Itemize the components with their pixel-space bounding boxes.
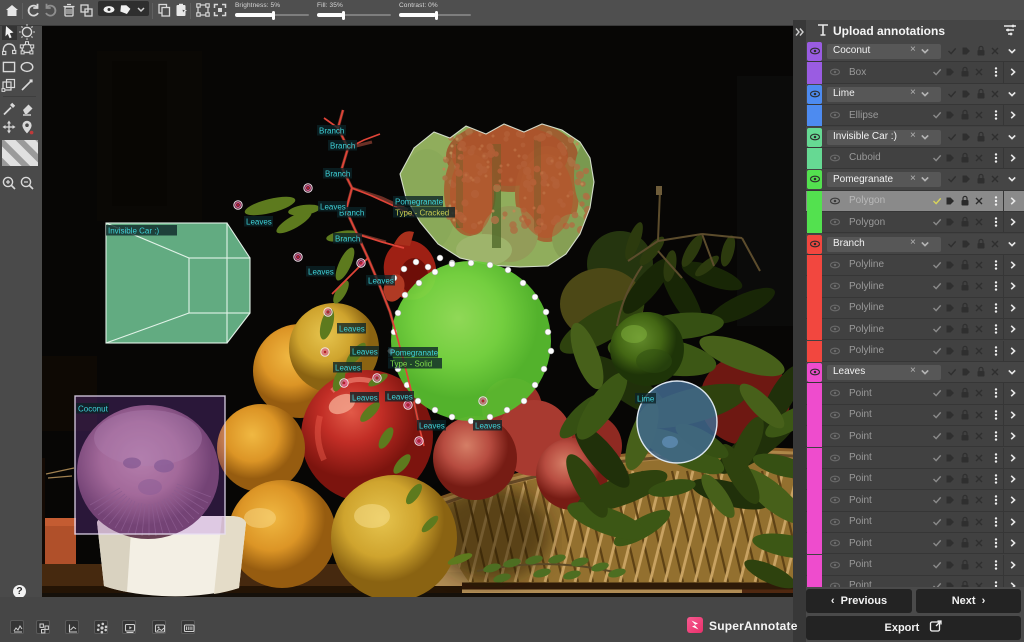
svg-text:Leaves: Leaves: [419, 422, 445, 431]
svg-text:Pomegranate: Pomegranate: [395, 198, 444, 207]
svg-text:Branch: Branch: [325, 170, 350, 179]
svg-text:Leaves: Leaves: [335, 364, 361, 373]
svg-text:Leaves: Leaves: [339, 325, 365, 334]
svg-text:Leaves: Leaves: [368, 277, 394, 286]
svg-text:Lime: Lime: [637, 395, 655, 404]
svg-text:Leaves: Leaves: [387, 393, 413, 402]
svg-text:Leaves: Leaves: [352, 348, 378, 357]
svg-text:Branch: Branch: [319, 127, 344, 136]
svg-text:Branch: Branch: [335, 235, 360, 244]
svg-text:Type - Cracked: Type - Cracked: [395, 209, 449, 218]
svg-text:Branch: Branch: [330, 142, 355, 151]
svg-text:Leaves: Leaves: [475, 422, 501, 431]
svg-text:Type - Solid: Type - Solid: [390, 360, 432, 369]
svg-text:Pomegranate: Pomegranate: [390, 349, 439, 358]
svg-text:Leaves: Leaves: [308, 268, 334, 277]
svg-text:Leaves: Leaves: [352, 394, 378, 403]
svg-text:Leaves: Leaves: [320, 203, 346, 212]
svg-text:Coconut: Coconut: [78, 405, 109, 414]
svg-text:Invisible Car :): Invisible Car :): [108, 227, 159, 236]
svg-text:Leaves: Leaves: [246, 218, 272, 227]
